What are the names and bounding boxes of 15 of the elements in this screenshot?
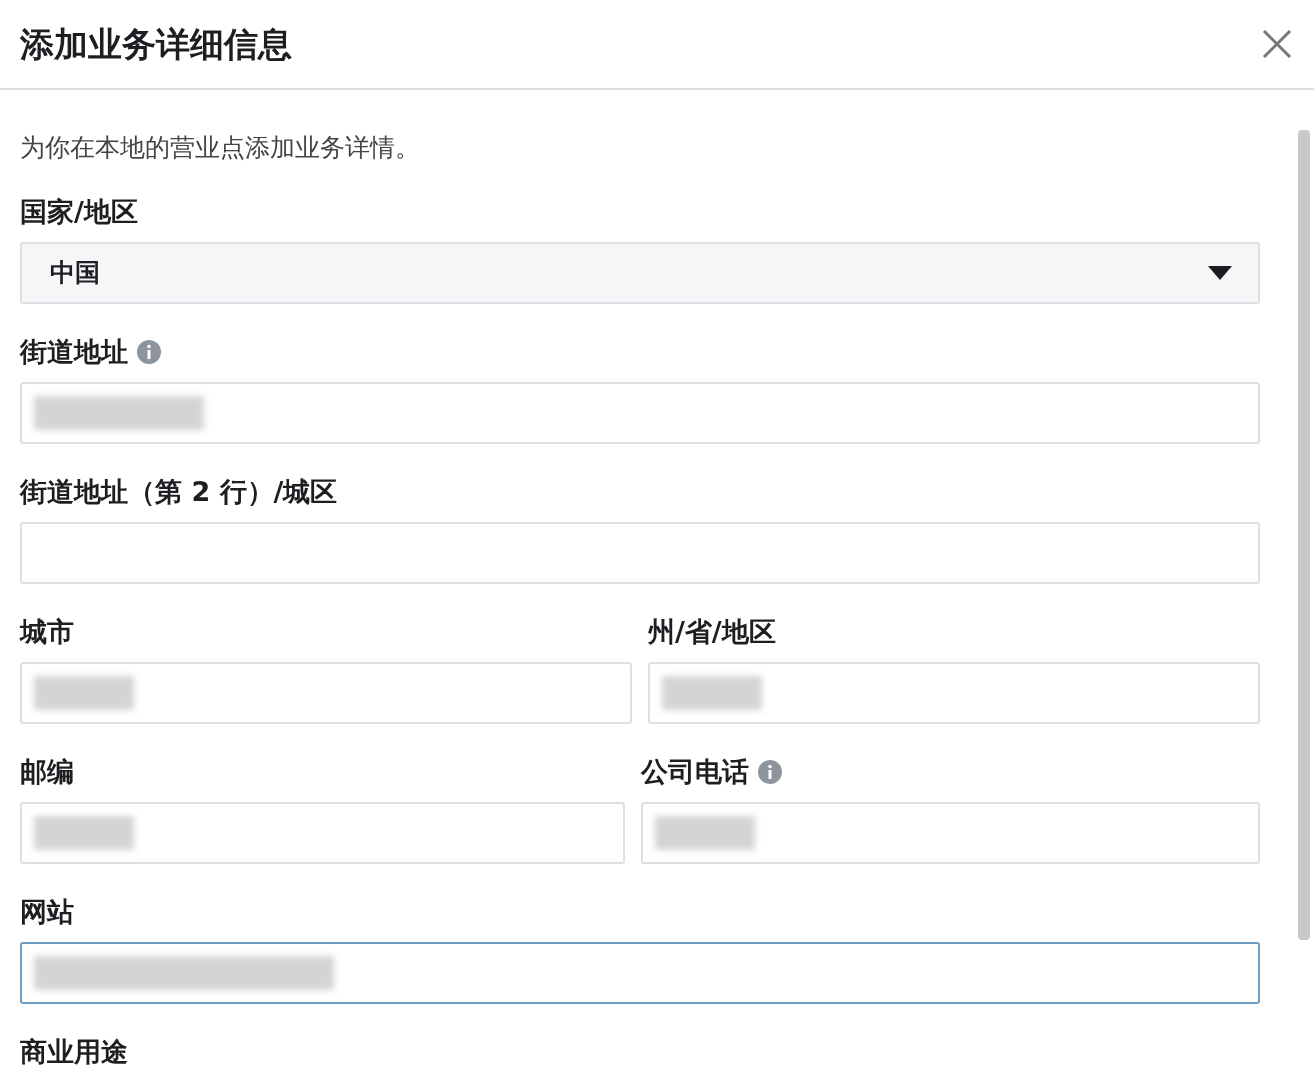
description: 为你在本地的营业点添加业务详情。 — [20, 132, 421, 164]
input-field[interactable] — [20, 942, 1260, 1004]
field-label: 邮编 — [20, 755, 74, 789]
field-label: 城市 — [20, 615, 74, 649]
field-label: 网站 — [20, 895, 74, 929]
dialog-title: 添加业务详细信息 — [20, 27, 292, 61]
close-button[interactable] — [1260, 27, 1294, 61]
field-label: 商业用途 — [20, 1035, 128, 1067]
field-label: 州/省/地区 — [648, 615, 776, 649]
caret-icon — [1208, 266, 1232, 280]
field-label: 街道地址 — [20, 335, 128, 369]
field-label: 公司电话 — [641, 755, 749, 789]
field-label: 国家/地区 — [20, 195, 138, 229]
field-label: 街道地址（第 2 行）/城区 — [20, 475, 338, 509]
country-select[interactable]: 中国 — [20, 242, 1260, 304]
